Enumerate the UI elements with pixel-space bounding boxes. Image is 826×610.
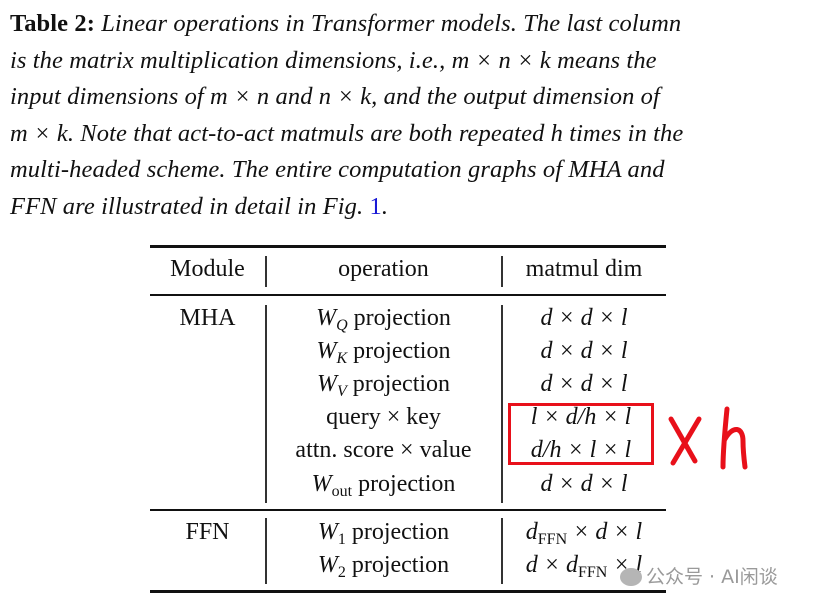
caption-line: Linear operations in Transformer models.… — [94, 10, 682, 37]
top-rule — [150, 245, 666, 248]
wechat-icon — [620, 568, 642, 586]
caption-line: multi-headed scheme. The entire computat… — [10, 156, 665, 183]
op-text: projection — [345, 519, 450, 545]
table-caption: Table 2: Linear operations in Transforme… — [10, 6, 818, 225]
header-matmul-dim: matmul dim — [525, 256, 643, 282]
op-sub: K — [336, 350, 348, 367]
op-text: projection — [345, 552, 450, 578]
highlight-box — [508, 403, 654, 465]
table-row-op: query × key — [326, 404, 441, 430]
table-row-op: attn. score × value — [295, 437, 472, 463]
table-row-op: WK projection — [266, 338, 501, 368]
watermark-text: 公众号 · AI闲谈 — [646, 566, 778, 588]
op-var: W — [317, 519, 338, 545]
bottom-rule — [150, 590, 666, 593]
dim-part: × d × l — [567, 519, 643, 545]
op-sub: 1 — [337, 531, 346, 548]
caption-line: m × k. Note that act-to-act matmuls are … — [10, 119, 684, 147]
dim-sub: FFN — [577, 564, 608, 581]
header-module: Module — [170, 256, 245, 282]
figure-reference-link[interactable]: 1 — [369, 193, 381, 220]
handwritten-h-stroke — [722, 427, 748, 470]
op-sub: V — [336, 383, 347, 400]
table-row-op: W2 projection — [266, 552, 501, 582]
table-row-op: Wout projection — [266, 471, 501, 501]
op-text: projection — [352, 471, 456, 497]
op-text: projection — [346, 371, 451, 397]
module-mha: MHA — [179, 305, 236, 331]
caption-line: is the matrix multiplication dimensions,… — [10, 46, 657, 74]
caption-label: Table 2: — [10, 10, 95, 37]
module-ffn: FFN — [185, 519, 230, 545]
op-var: W — [311, 471, 332, 497]
header-rule — [150, 294, 666, 296]
table-row-dim: d × d × l — [540, 338, 628, 364]
handwritten-times-h-annotation — [668, 406, 748, 470]
op-sub: Q — [336, 317, 348, 334]
table-row-dim: d × d × l — [540, 305, 628, 331]
table-row-dim: d × d × l — [540, 471, 628, 497]
op-sub: out — [331, 483, 353, 500]
op-var: W — [316, 338, 337, 364]
op-var: W — [316, 305, 337, 331]
table-row-op: WQ projection — [266, 305, 501, 335]
watermark: 公众号 · AI闲谈 — [620, 562, 778, 589]
table-row-op: W1 projection — [266, 519, 501, 549]
op-sub: 2 — [337, 564, 346, 581]
table-row-op: WV projection — [266, 371, 501, 401]
dim-part: d × d — [525, 552, 578, 578]
handwritten-x-stroke — [668, 416, 698, 464]
caption-line: FFN are illustrated in detail in Fig. — [10, 192, 370, 220]
table-row-dim: d × d × l — [540, 371, 628, 397]
op-var: W — [317, 552, 338, 578]
caption-line: input dimensions of m × n and n × k, and… — [10, 83, 660, 110]
dim-sub: FFN — [537, 531, 568, 548]
caption-period: . — [381, 192, 389, 220]
op-var: W — [316, 371, 337, 397]
header-operation: operation — [338, 256, 429, 282]
dim-part: d — [525, 519, 538, 545]
table-row-dim: dFFN × d × l — [502, 519, 666, 549]
op-text: projection — [347, 305, 451, 331]
op-text: projection — [347, 338, 451, 364]
group-rule — [150, 509, 666, 511]
